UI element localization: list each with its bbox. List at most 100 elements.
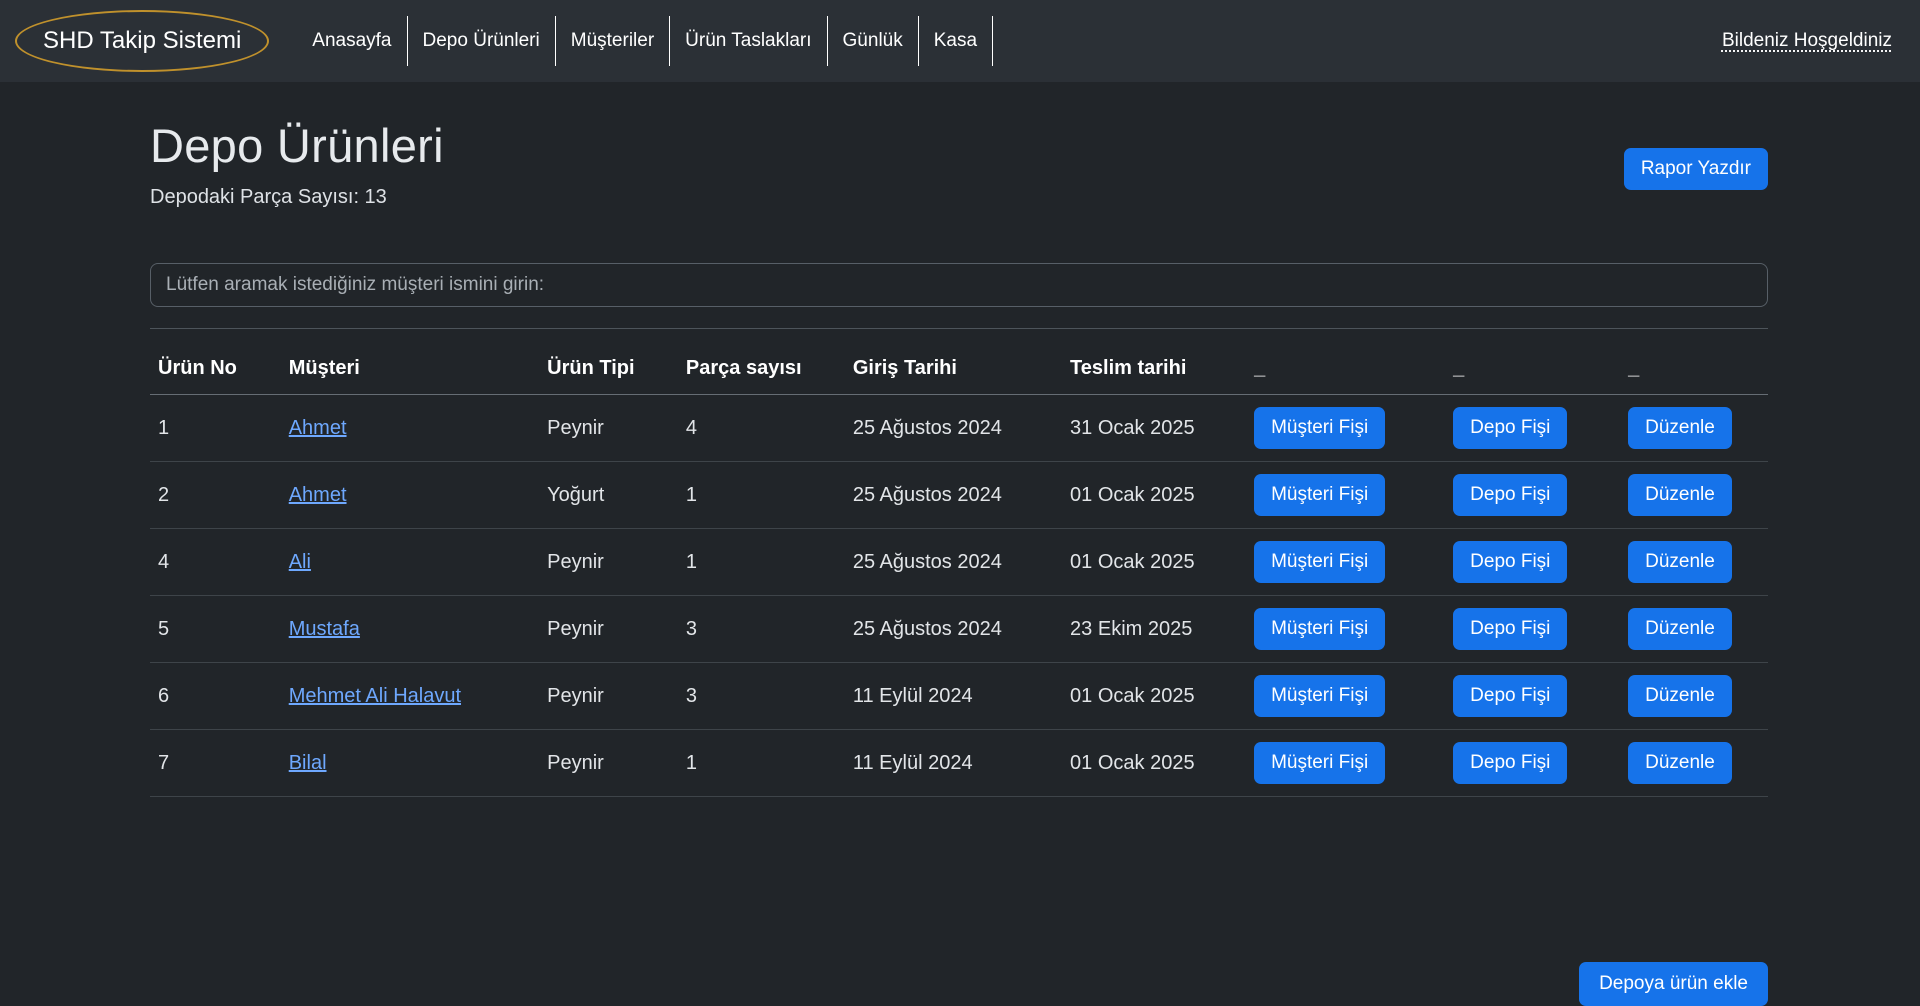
customer-search-input[interactable] [150, 263, 1768, 307]
page-header: Depo Ürünleri Depodaki Parça Sayısı: 13 … [150, 118, 1768, 209]
table-row: 2 Ahmet Yoğurt 1 25 Ağustos 2024 01 Ocak… [150, 462, 1768, 529]
cell-musteri: Mehmet Ali Halavut [281, 663, 539, 730]
cell-urun-tipi: Peynir [539, 529, 678, 596]
duzenle-button[interactable]: Düzenle [1628, 742, 1732, 784]
nav-link[interactable]: Anasayfa [297, 30, 406, 52]
cell-musteri-fisi: Müşteri Fişi [1246, 663, 1445, 730]
customer-link[interactable]: Ali [289, 551, 311, 573]
cell-parca-sayisi: 1 [678, 529, 845, 596]
column-header-3: Parça sayısı [678, 329, 845, 395]
column-header-8: _ [1620, 329, 1768, 395]
cell-teslim-tarihi: 31 Ocak 2025 [1062, 395, 1246, 462]
cell-urun-no: 4 [150, 529, 281, 596]
cell-depo-fisi: Depo Fişi [1445, 663, 1620, 730]
table-row: 5 Mustafa Peynir 3 25 Ağustos 2024 23 Ek… [150, 596, 1768, 663]
duzenle-button[interactable]: Düzenle [1628, 541, 1732, 583]
main-content: Depo Ürünleri Depodaki Parça Sayısı: 13 … [0, 82, 1920, 797]
cell-urun-tipi: Yoğurt [539, 462, 678, 529]
musteri-fisi-button[interactable]: Müşteri Fişi [1254, 474, 1385, 516]
duzenle-button[interactable]: Düzenle [1628, 474, 1732, 516]
cell-urun-tipi: Peynir [539, 730, 678, 797]
welcome-link[interactable]: Bildeniz Hoşgeldiniz [1722, 30, 1892, 52]
table-row: 6 Mehmet Ali Halavut Peynir 3 11 Eylül 2… [150, 663, 1768, 730]
cell-teslim-tarihi: 01 Ocak 2025 [1062, 663, 1246, 730]
cell-giris-tarihi: 25 Ağustos 2024 [845, 395, 1062, 462]
table-row: 7 Bilal Peynir 1 11 Eylül 2024 01 Ocak 2… [150, 730, 1768, 797]
part-count-label: Depodaki Parça Sayısı: 13 [150, 186, 444, 209]
depo-fisi-button[interactable]: Depo Fişi [1453, 742, 1567, 784]
cell-parca-sayisi: 1 [678, 730, 845, 797]
cell-duzenle: Düzenle [1620, 529, 1768, 596]
musteri-fisi-button[interactable]: Müşteri Fişi [1254, 407, 1385, 449]
column-header-6: _ [1246, 329, 1445, 395]
customer-link[interactable]: Bilal [289, 752, 327, 774]
column-header-4: Giriş Tarihi [845, 329, 1062, 395]
nav-item-4: Günlük [828, 0, 919, 82]
cell-giris-tarihi: 25 Ağustos 2024 [845, 596, 1062, 663]
cell-urun-no: 6 [150, 663, 281, 730]
nav-link[interactable]: Kasa [919, 30, 992, 52]
musteri-fisi-button[interactable]: Müşteri Fişi [1254, 742, 1385, 784]
cell-parca-sayisi: 4 [678, 395, 845, 462]
depo-fisi-button[interactable]: Depo Fişi [1453, 407, 1567, 449]
cell-depo-fisi: Depo Fişi [1445, 462, 1620, 529]
cell-musteri: Ahmet [281, 462, 539, 529]
cell-musteri-fisi: Müşteri Fişi [1246, 462, 1445, 529]
depo-fisi-button[interactable]: Depo Fişi [1453, 675, 1567, 717]
nav-item-0: Anasayfa [297, 0, 407, 82]
cell-depo-fisi: Depo Fişi [1445, 529, 1620, 596]
cell-musteri: Bilal [281, 730, 539, 797]
cell-giris-tarihi: 11 Eylül 2024 [845, 730, 1062, 797]
customer-link[interactable]: Mustafa [289, 618, 360, 640]
top-navbar: SHD Takip Sistemi AnasayfaDepo ÜrünleriM… [0, 0, 1920, 82]
nav-item-2: Müşteriler [556, 0, 670, 82]
column-header-0: Ürün No [150, 329, 281, 395]
table-row: 4 Ali Peynir 1 25 Ağustos 2024 01 Ocak 2… [150, 529, 1768, 596]
nav-link[interactable]: Müşteriler [556, 30, 669, 52]
print-report-button[interactable]: Rapor Yazdır [1624, 148, 1768, 190]
cell-musteri: Ali [281, 529, 539, 596]
cell-duzenle: Düzenle [1620, 730, 1768, 797]
cell-urun-no: 5 [150, 596, 281, 663]
column-header-7: _ [1445, 329, 1620, 395]
table-row: 1 Ahmet Peynir 4 25 Ağustos 2024 31 Ocak… [150, 395, 1768, 462]
depo-fisi-button[interactable]: Depo Fişi [1453, 541, 1567, 583]
table-body: 1 Ahmet Peynir 4 25 Ağustos 2024 31 Ocak… [150, 395, 1768, 797]
nav-item-5: Kasa [919, 0, 993, 82]
cell-parca-sayisi: 1 [678, 462, 845, 529]
cell-urun-tipi: Peynir [539, 395, 678, 462]
nav-link[interactable]: Ürün Taslakları [670, 30, 826, 52]
cell-urun-no: 1 [150, 395, 281, 462]
customer-link[interactable]: Ahmet [289, 484, 347, 506]
musteri-fisi-button[interactable]: Müşteri Fişi [1254, 675, 1385, 717]
cell-urun-no: 7 [150, 730, 281, 797]
column-header-5: Teslim tarihi [1062, 329, 1246, 395]
duzenle-button[interactable]: Düzenle [1628, 608, 1732, 650]
customer-link[interactable]: Ahmet [289, 417, 347, 439]
add-product-button[interactable]: Depoya ürün ekle [1579, 962, 1768, 1006]
depo-fisi-button[interactable]: Depo Fişi [1453, 608, 1567, 650]
nav-divider [992, 16, 993, 66]
cell-teslim-tarihi: 01 Ocak 2025 [1062, 529, 1246, 596]
cell-teslim-tarihi: 23 Ekim 2025 [1062, 596, 1246, 663]
musteri-fisi-button[interactable]: Müşteri Fişi [1254, 541, 1385, 583]
cell-depo-fisi: Depo Fişi [1445, 596, 1620, 663]
cell-giris-tarihi: 25 Ağustos 2024 [845, 529, 1062, 596]
cell-urun-tipi: Peynir [539, 663, 678, 730]
cell-musteri: Mustafa [281, 596, 539, 663]
duzenle-button[interactable]: Düzenle [1628, 675, 1732, 717]
depo-fisi-button[interactable]: Depo Fişi [1453, 474, 1567, 516]
nav-item-1: Depo Ürünleri [408, 0, 556, 82]
duzenle-button[interactable]: Düzenle [1628, 407, 1732, 449]
musteri-fisi-button[interactable]: Müşteri Fişi [1254, 608, 1385, 650]
page-title: Depo Ürünleri [150, 118, 444, 173]
customer-link[interactable]: Mehmet Ali Halavut [289, 685, 461, 707]
nav-link[interactable]: Depo Ürünleri [408, 30, 555, 52]
page: { "navbar": { "brand": "SHD Takip Sistem… [0, 0, 1920, 998]
cell-duzenle: Düzenle [1620, 395, 1768, 462]
cell-giris-tarihi: 11 Eylül 2024 [845, 663, 1062, 730]
column-header-1: Müşteri [281, 329, 539, 395]
brand-logo[interactable]: SHD Takip Sistemi [15, 10, 269, 72]
cell-teslim-tarihi: 01 Ocak 2025 [1062, 730, 1246, 797]
nav-link[interactable]: Günlük [828, 30, 918, 52]
